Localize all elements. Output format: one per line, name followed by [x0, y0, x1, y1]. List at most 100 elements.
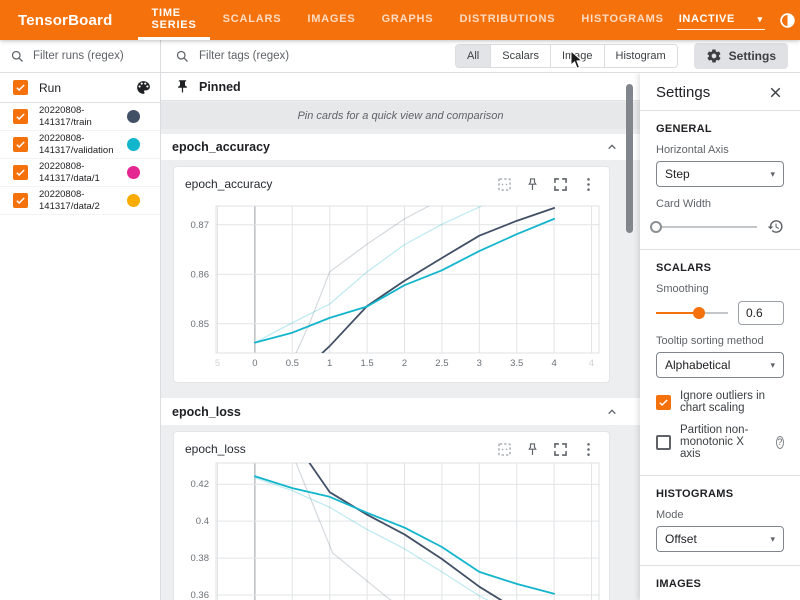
- reload-status-value: INACTIVE: [679, 13, 735, 25]
- tag-toolbar: Filter tags (regex) All Scalars Image Hi…: [161, 40, 800, 73]
- run-checkbox[interactable]: [13, 193, 28, 208]
- ignore-outliers-row[interactable]: Ignore outliers in chart scaling: [656, 390, 784, 414]
- topbar-actions: INACTIVE ▾ ?: [677, 10, 800, 30]
- filter-tags-placeholder: Filter tags (regex): [199, 50, 289, 62]
- chip-histogram[interactable]: Histogram: [604, 45, 677, 67]
- divider: [640, 110, 800, 111]
- check-icon: [15, 167, 26, 178]
- svg-text:3: 3: [477, 358, 482, 369]
- run-color-dot: [127, 138, 140, 151]
- palette-icon[interactable]: [135, 79, 152, 96]
- run-color-dot: [127, 194, 140, 207]
- tab-scalars[interactable]: SCALARS: [210, 0, 295, 40]
- pin-hint-banner: Pin cards for a quick view and compariso…: [161, 102, 640, 129]
- section-title: epoch_loss: [172, 405, 241, 419]
- partition-x-axis-label: Partition non-monotonic X axis: [680, 424, 767, 460]
- svg-text:2: 2: [402, 358, 407, 369]
- histograms-heading: HISTOGRAMS: [656, 488, 784, 500]
- chevron-up-icon[interactable]: [604, 139, 620, 155]
- run-checkbox[interactable]: [13, 137, 28, 152]
- filter-runs-placeholder: Filter runs (regex): [33, 50, 124, 62]
- main-scrollbar-thumb[interactable]: [626, 84, 633, 233]
- reset-icon[interactable]: [767, 218, 784, 235]
- top-app-bar: TensorBoard TIME SERIES SCALARS IMAGES G…: [0, 0, 800, 40]
- svg-text:3.5: 3.5: [510, 358, 523, 369]
- tooltip-sorting-select[interactable]: Alphabetical ▾: [656, 352, 784, 378]
- chip-scalars[interactable]: Scalars: [490, 45, 550, 67]
- ignore-outliers-label: Ignore outliers in chart scaling: [680, 390, 784, 414]
- slider-thumb[interactable]: [693, 307, 705, 319]
- tab-graphs[interactable]: GRAPHS: [369, 0, 447, 40]
- chevron-up-icon[interactable]: [604, 404, 620, 420]
- run-name: 20220808-141317/validation: [39, 133, 127, 156]
- section-header-epoch-loss[interactable]: epoch_loss: [161, 398, 640, 425]
- runs-table-header: Run: [0, 73, 160, 103]
- run-row[interactable]: 20220808-141317/data/2: [0, 187, 160, 215]
- contrast-icon[interactable]: [778, 11, 797, 30]
- check-icon: [15, 195, 26, 206]
- runs-sidebar: Filter runs (regex) Run 20220808-141317/…: [0, 40, 161, 600]
- tab-histograms[interactable]: HISTOGRAMS: [568, 0, 676, 40]
- app-title: TensorBoard: [18, 12, 112, 29]
- run-row[interactable]: 20220808-141317/train: [0, 103, 160, 131]
- tab-images[interactable]: IMAGES: [294, 0, 368, 40]
- scalar-card-epoch-loss: epoch_loss 500.511.522.533.5440.420.40.3…: [173, 431, 610, 600]
- epoch-loss-chart[interactable]: 500.511.522.533.5440.420.40.380.36: [174, 432, 609, 600]
- run-checkbox[interactable]: [13, 165, 28, 180]
- chevron-down-icon: ▾: [770, 169, 775, 180]
- search-icon: [175, 49, 190, 64]
- partition-x-axis-checkbox[interactable]: [656, 435, 671, 450]
- main-nav-tabs: TIME SERIES SCALARS IMAGES GRAPHS DISTRI…: [138, 0, 676, 40]
- gear-icon: [706, 48, 722, 64]
- run-row[interactable]: 20220808-141317/validation: [0, 131, 160, 159]
- images-heading: IMAGES: [656, 578, 784, 590]
- svg-text:0.87: 0.87: [191, 220, 210, 231]
- help-icon[interactable]: ?: [776, 436, 784, 449]
- svg-text:1: 1: [327, 358, 332, 369]
- section-title: epoch_accuracy: [172, 140, 270, 154]
- settings-panel: Settings GENERAL Horizontal Axis Step ▾ …: [640, 73, 800, 600]
- epoch-accuracy-chart[interactable]: 500.511.522.533.5440.850.860.87: [174, 167, 609, 382]
- settings-button[interactable]: Settings: [694, 43, 788, 69]
- check-icon: [658, 397, 669, 408]
- scalars-heading: SCALARS: [656, 262, 784, 274]
- cards-scroll-area: Pinned Pin cards for a quick view and co…: [161, 73, 640, 600]
- svg-text:5: 5: [215, 358, 220, 369]
- slider-thumb[interactable]: [650, 221, 662, 233]
- chevron-down-icon: ▾: [770, 360, 775, 371]
- tab-time-series[interactable]: TIME SERIES: [138, 0, 209, 40]
- select-all-runs-checkbox[interactable]: [13, 80, 28, 95]
- chip-image[interactable]: Image: [550, 45, 604, 67]
- svg-text:1.5: 1.5: [360, 358, 373, 369]
- run-row[interactable]: 20220808-141317/data/1: [0, 159, 160, 187]
- histogram-mode-select[interactable]: Offset ▾: [656, 526, 784, 552]
- filter-runs-input[interactable]: Filter runs (regex): [0, 40, 160, 73]
- run-color-dot: [127, 166, 140, 179]
- tab-distributions[interactable]: DISTRIBUTIONS: [446, 0, 568, 40]
- run-name: 20220808-141317/data/2: [39, 189, 127, 212]
- reload-status-dropdown[interactable]: INACTIVE ▾: [677, 10, 765, 30]
- filter-tags-input[interactable]: Filter tags (regex): [175, 49, 455, 64]
- general-heading: GENERAL: [656, 123, 784, 135]
- svg-text:0.86: 0.86: [191, 269, 210, 280]
- svg-text:0: 0: [252, 358, 257, 369]
- partition-x-axis-row[interactable]: Partition non-monotonic X axis ?: [656, 424, 784, 460]
- run-name: 20220808-141317/data/1: [39, 161, 127, 184]
- smoothing-value-input[interactable]: 0.6: [738, 301, 784, 325]
- horizontal-axis-select[interactable]: Step ▾: [656, 161, 784, 187]
- svg-text:0.5: 0.5: [286, 358, 299, 369]
- section-header-epoch-accuracy[interactable]: epoch_accuracy: [161, 134, 640, 160]
- chip-all[interactable]: All: [456, 45, 490, 67]
- smoothing-slider[interactable]: [656, 306, 728, 320]
- svg-text:0.4: 0.4: [196, 516, 209, 527]
- svg-text:0.85: 0.85: [191, 319, 210, 330]
- svg-text:0.36: 0.36: [191, 590, 210, 600]
- card-width-slider[interactable]: [656, 220, 757, 234]
- ignore-outliers-checkbox[interactable]: [656, 395, 671, 410]
- settings-button-label: Settings: [729, 49, 776, 63]
- divider: [640, 249, 800, 250]
- close-icon[interactable]: [767, 84, 784, 101]
- run-checkbox[interactable]: [13, 109, 28, 124]
- svg-text:0.38: 0.38: [191, 553, 210, 564]
- pinned-section-header: Pinned: [161, 73, 640, 101]
